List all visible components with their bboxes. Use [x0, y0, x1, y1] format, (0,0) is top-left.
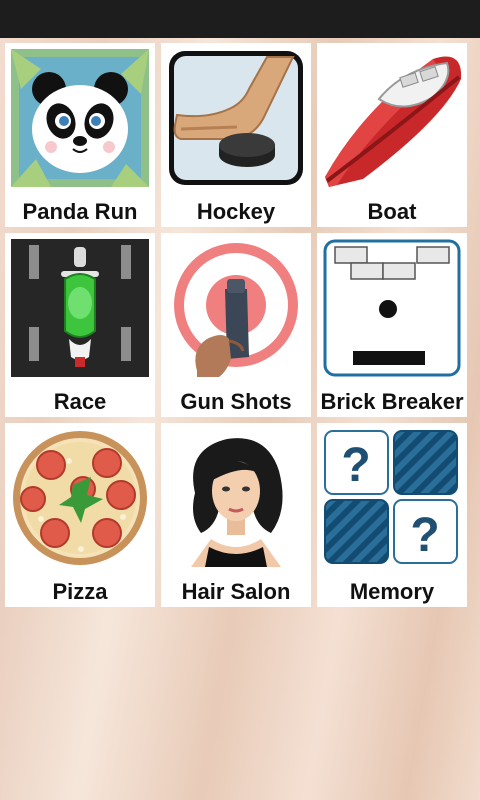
boat-icon: [323, 49, 461, 187]
game-tile-hockey[interactable]: Hockey: [161, 43, 311, 227]
brick-breaker-icon: [323, 239, 461, 377]
game-tile-race[interactable]: Race: [5, 233, 155, 417]
game-tile-boat[interactable]: Boat: [317, 43, 467, 227]
game-label: Hair Salon: [181, 579, 291, 604]
game-label: Panda Run: [22, 199, 138, 224]
game-label: Memory: [349, 579, 435, 604]
pizza-icon: [11, 429, 149, 567]
motorbike-icon: [11, 239, 149, 377]
game-label: Brick Breaker: [320, 389, 464, 414]
game-tile-pizza[interactable]: Pizza: [5, 423, 155, 607]
game-tile-gun-shots[interactable]: Gun Shots: [161, 233, 311, 417]
woman-portrait-icon: [167, 429, 305, 567]
game-tile-hair-salon[interactable]: Hair Salon: [161, 423, 311, 607]
game-label: Gun Shots: [180, 389, 292, 414]
game-label: Hockey: [196, 199, 276, 224]
game-label: Boat: [367, 199, 417, 224]
game-tile-brick-breaker[interactable]: Brick Breaker: [317, 233, 467, 417]
game-label: Race: [53, 389, 107, 414]
panda-icon: [11, 49, 149, 187]
game-tile-memory[interactable]: ? ? Memory: [317, 423, 467, 607]
svg-text:?: ?: [410, 509, 439, 562]
status-bar: [0, 0, 480, 38]
hockey-icon: [167, 49, 305, 187]
memory-cards-icon: ? ?: [323, 429, 461, 567]
gun-target-icon: [167, 239, 305, 377]
game-tile-panda-run[interactable]: Panda Run: [5, 43, 155, 227]
svg-text:?: ?: [341, 439, 370, 492]
game-label: Pizza: [52, 579, 108, 604]
